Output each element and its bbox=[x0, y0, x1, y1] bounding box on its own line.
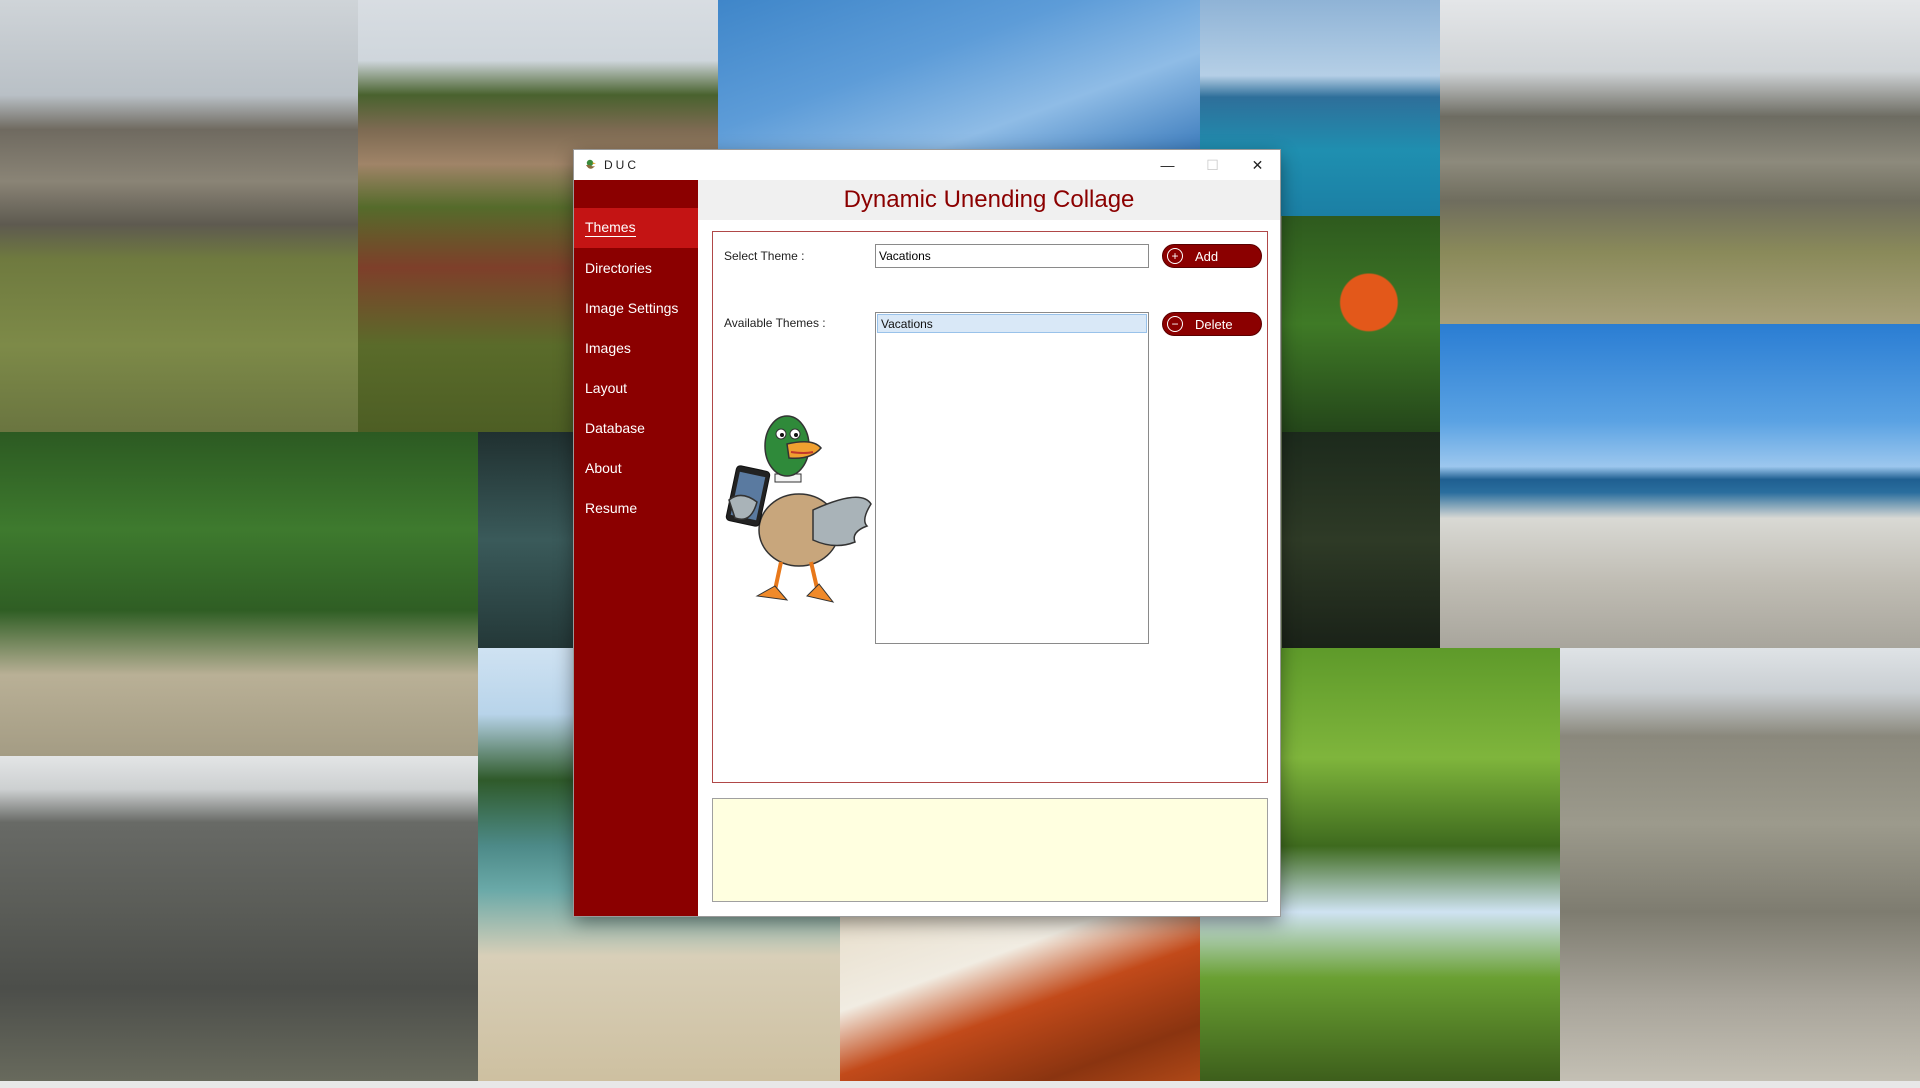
select-theme-label: Select Theme : bbox=[724, 249, 805, 263]
plus-circle-icon: + bbox=[1167, 248, 1183, 264]
sidebar-item-about[interactable]: About bbox=[574, 448, 698, 488]
collage-photo bbox=[0, 756, 478, 1088]
taskbar bbox=[0, 1081, 1920, 1088]
collage-photo bbox=[840, 900, 1200, 1088]
sidebar-item-label: Themes bbox=[585, 219, 636, 237]
sidebar-item-label: Images bbox=[585, 340, 631, 356]
collage-photo bbox=[718, 0, 1200, 150]
minimize-button[interactable]: — bbox=[1145, 150, 1190, 180]
available-themes-label: Available Themes : bbox=[724, 316, 826, 330]
delete-theme-button[interactable]: − Delete bbox=[1162, 312, 1262, 336]
themes-list[interactable]: Vacations bbox=[875, 312, 1149, 644]
title-bar[interactable]: DUC — ☐ ✕ bbox=[574, 150, 1280, 180]
page-title: Dynamic Unending Collage bbox=[843, 186, 1135, 213]
sidebar-item-label: Directories bbox=[585, 260, 652, 276]
window-controls: — ☐ ✕ bbox=[1145, 150, 1280, 180]
duck-icon bbox=[582, 157, 598, 173]
sidebar-item-resume[interactable]: Resume bbox=[574, 488, 698, 528]
message-box bbox=[712, 798, 1268, 902]
sidebar-item-label: Resume bbox=[585, 500, 638, 516]
close-button[interactable]: ✕ bbox=[1235, 150, 1280, 180]
app-window: DUC — ☐ ✕ Themes Directories Image Setti… bbox=[574, 150, 1280, 916]
collage-photo bbox=[1440, 324, 1920, 648]
collage-photo bbox=[1440, 0, 1920, 324]
window-title: DUC bbox=[604, 158, 639, 172]
add-button-label: Add bbox=[1195, 248, 1219, 264]
header: Dynamic Unending Collage bbox=[698, 180, 1280, 220]
delete-button-label: Delete bbox=[1195, 316, 1233, 332]
collage-photo bbox=[1282, 432, 1440, 648]
list-item[interactable]: Vacations bbox=[877, 314, 1147, 333]
themes-panel: Select Theme : + Add Available Themes : … bbox=[712, 231, 1268, 783]
sidebar-item-label: Database bbox=[585, 420, 645, 436]
duck-mascot-icon bbox=[721, 400, 873, 612]
sidebar-item-images[interactable]: Images bbox=[574, 328, 698, 368]
maximize-button[interactable]: ☐ bbox=[1190, 150, 1235, 180]
add-theme-button[interactable]: + Add bbox=[1162, 244, 1262, 268]
sidebar-item-label: About bbox=[585, 460, 622, 476]
collage-photo bbox=[0, 0, 358, 432]
sidebar-item-layout[interactable]: Layout bbox=[574, 368, 698, 408]
sidebar: Themes Directories Image Settings Images… bbox=[574, 180, 698, 916]
collage-photo bbox=[0, 432, 478, 756]
minus-circle-icon: − bbox=[1167, 316, 1183, 332]
sidebar-item-label: Image Settings bbox=[585, 300, 679, 316]
sidebar-item-directories[interactable]: Directories bbox=[574, 248, 698, 288]
sidebar-item-themes[interactable]: Themes bbox=[574, 208, 698, 248]
sidebar-item-label: Layout bbox=[585, 380, 628, 396]
select-theme-input[interactable] bbox=[875, 244, 1149, 268]
collage-photo bbox=[1560, 648, 1920, 1088]
collage-photo bbox=[478, 432, 574, 648]
sidebar-item-image-settings[interactable]: Image Settings bbox=[574, 288, 698, 328]
collage-photo bbox=[1282, 216, 1440, 432]
sidebar-item-database[interactable]: Database bbox=[574, 408, 698, 448]
